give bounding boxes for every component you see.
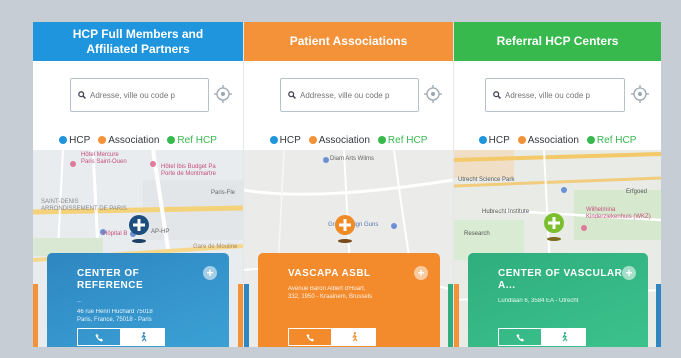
hcp-marker-icon xyxy=(59,136,68,144)
walking-person-icon xyxy=(140,332,146,342)
association-marker-icon xyxy=(517,136,526,144)
map-label: Research xyxy=(464,231,490,237)
filter-hcp[interactable]: HCP xyxy=(478,133,510,147)
call-button[interactable] xyxy=(498,328,542,346)
filter-association[interactable]: Association xyxy=(98,133,159,147)
ref-hcp-marker-icon xyxy=(377,136,386,144)
ref-hcp-marker-icon xyxy=(167,136,176,144)
phone-icon xyxy=(305,333,314,342)
card-address: Lundlaan 6, 3584 EA - Utrecht xyxy=(498,298,579,304)
card-title: VASCAPA ASBL xyxy=(288,268,371,279)
card-actions xyxy=(498,328,586,346)
locate-icon[interactable] xyxy=(423,84,443,104)
panel-header: HCP Full Members and Affiliated Partners xyxy=(33,22,243,61)
filter-label: Ref HCP xyxy=(596,134,637,146)
search-field[interactable] xyxy=(70,78,209,112)
filter-label: Association xyxy=(108,134,160,146)
card-title: CENTER OF REFERENCE xyxy=(77,268,144,291)
filter-label: Association xyxy=(318,134,370,146)
filter-legend: HCP Association Ref HCP xyxy=(33,133,243,147)
search-input[interactable] xyxy=(296,90,418,100)
filter-label: HCP xyxy=(69,134,91,146)
hcp-map-pin-icon[interactable] xyxy=(127,214,151,244)
directions-button[interactable] xyxy=(332,328,376,346)
expand-plus-icon[interactable]: + xyxy=(622,266,636,280)
association-map-pin-icon[interactable] xyxy=(333,214,357,244)
location-card[interactable]: CENTER OF REFERENCE ... 46 rue Henri Huc… xyxy=(47,253,229,347)
walking-person-icon xyxy=(351,332,357,342)
search-field[interactable] xyxy=(485,78,625,112)
association-marker-icon xyxy=(98,136,107,144)
expand-plus-icon[interactable]: + xyxy=(414,266,428,280)
map-label: Gare de Mouline xyxy=(193,244,238,250)
filter-label: Ref HCP xyxy=(177,134,217,146)
locate-icon[interactable] xyxy=(213,84,233,104)
filter-legend: HCP Association Ref HCP xyxy=(244,133,453,147)
location-card[interactable]: VASCAPA ASBL Avenue Baron Albert d'Huart… xyxy=(258,253,440,347)
referral-panel: Referral HCP Centers HCP Association Ref… xyxy=(454,22,661,347)
card-edge xyxy=(656,284,661,347)
map-label: Diam Arts Wilms xyxy=(330,156,374,162)
filter-label: HCP xyxy=(488,134,510,146)
filter-association[interactable]: Association xyxy=(308,133,370,147)
map-label: Utrecht Science Park xyxy=(458,177,515,183)
card-address: Avenue Baron Albert d'Huart, 332, 1950 -… xyxy=(288,286,373,300)
search-icon xyxy=(493,91,501,99)
map-label: Hôtel Mercure Paris Saint-Ouen xyxy=(81,152,127,165)
map-label: SAINT-DENIS xyxy=(41,199,79,205)
hcp-marker-icon xyxy=(478,136,487,144)
filter-ref-hcp[interactable]: Ref HCP xyxy=(586,133,637,147)
panel-header: Patient Associations xyxy=(244,22,453,61)
search-input[interactable] xyxy=(501,90,624,100)
walking-person-icon xyxy=(561,332,567,342)
map-label: AP-HP xyxy=(151,229,170,235)
directions-button[interactable] xyxy=(542,328,586,346)
locate-icon[interactable] xyxy=(630,84,650,104)
referral-map-pin-icon[interactable] xyxy=(542,212,566,242)
card-actions xyxy=(77,328,165,346)
map-label: ARRONDISSEMENT DE PARIS xyxy=(41,206,127,212)
search-input[interactable] xyxy=(86,90,208,100)
hcp-panel: HCP Full Members and Affiliated Partners… xyxy=(33,22,243,347)
map-label: Wilhelmina Kinderziekenhuis (WKZ) xyxy=(586,207,651,220)
call-button[interactable] xyxy=(77,328,121,346)
card-edge xyxy=(244,284,249,347)
expand-plus-icon[interactable]: + xyxy=(203,266,217,280)
filter-ref-hcp[interactable]: Ref HCP xyxy=(167,133,217,147)
map-label: Erfgoed xyxy=(626,189,648,195)
card-edge xyxy=(33,284,38,347)
phone-icon xyxy=(515,333,524,342)
search-icon xyxy=(78,91,86,99)
map-label: Hubrecht Institute xyxy=(482,209,530,215)
hcp-marker-icon xyxy=(269,136,278,144)
card-edge xyxy=(454,284,459,347)
ref-hcp-marker-icon xyxy=(586,136,595,144)
location-card[interactable]: CENTER OF VASCULAR A... Lundlaan 6, 3584… xyxy=(468,253,648,347)
filter-label: Ref HCP xyxy=(387,134,428,146)
card-title: CENTER OF VASCULAR A... xyxy=(498,268,623,291)
map-label: Hôtel Ibis Budget Pa Porte de Montmartre xyxy=(161,164,217,177)
card-subtitle: ... xyxy=(77,298,83,304)
panel-header: Referral HCP Centers xyxy=(454,22,661,61)
call-button[interactable] xyxy=(288,328,332,346)
map-label: Paris-Fle xyxy=(211,190,236,196)
filter-label: HCP xyxy=(279,134,301,146)
directions-button[interactable] xyxy=(121,328,165,346)
filter-ref-hcp[interactable]: Ref HCP xyxy=(377,133,428,147)
card-actions xyxy=(288,328,376,346)
filter-legend: HCP Association Ref HCP xyxy=(454,133,661,147)
search-icon xyxy=(288,91,296,99)
map-label: Hôpital B xyxy=(103,231,128,237)
association-marker-icon xyxy=(308,136,317,144)
search-field[interactable] xyxy=(280,78,419,112)
filter-hcp[interactable]: HCP xyxy=(269,133,301,147)
association-panel: Patient Associations HCP Association Ref… xyxy=(244,22,453,347)
filter-label: Association xyxy=(527,134,579,146)
phone-icon xyxy=(94,333,103,342)
filter-hcp[interactable]: HCP xyxy=(59,133,90,147)
filter-association[interactable]: Association xyxy=(517,133,579,147)
app-frame: HCP Full Members and Affiliated Partners… xyxy=(33,22,661,347)
card-address: 46 rue Henri Huchard 75018 Paris, France… xyxy=(77,309,153,323)
